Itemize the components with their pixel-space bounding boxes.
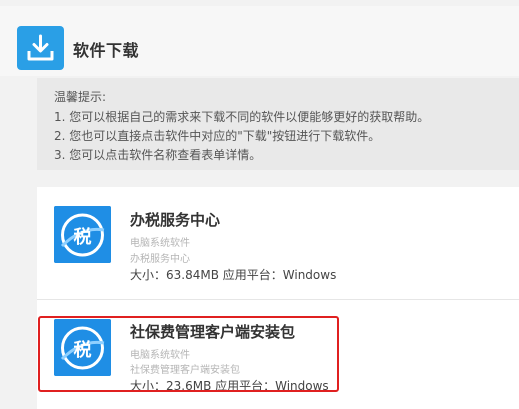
software-meta: 大小：63.84MB 应用平台：Windows	[130, 268, 337, 282]
download-icon	[17, 26, 64, 70]
header-bar: 软件下载	[0, 6, 519, 76]
tax-app-icon[interactable]: 税	[54, 206, 111, 263]
page-title: 软件下载	[73, 41, 140, 60]
tips-box: 温馨提示: 1. 您可以根据自己的需求来下载不同的软件以便能够更好的获取帮助。 …	[37, 78, 519, 170]
page-header: 软件下载	[0, 0, 519, 80]
tips-line: 2. 您也可以直接点击软件中对应的"下载"按钮进行下载软件。	[54, 129, 381, 143]
svg-text:税: 税	[74, 226, 92, 248]
tips-line: 3. 您可以点击软件名称查看表单详情。	[54, 148, 262, 162]
tips-line: 1. 您可以根据自己的需求来下载不同的软件以便能够更好的获取帮助。	[54, 110, 430, 124]
list-item: 税 办税服务中心 电脑系统软件 办税服务中心 大小：63.84MB 应用平台：W…	[37, 187, 519, 295]
software-category: 电脑系统软件	[130, 238, 190, 249]
highlight-box	[38, 316, 339, 392]
software-name-link[interactable]: 办税服务中心	[130, 209, 220, 230]
software-subtitle: 办税服务中心	[130, 254, 190, 265]
tips-heading: 温馨提示:	[54, 90, 107, 104]
